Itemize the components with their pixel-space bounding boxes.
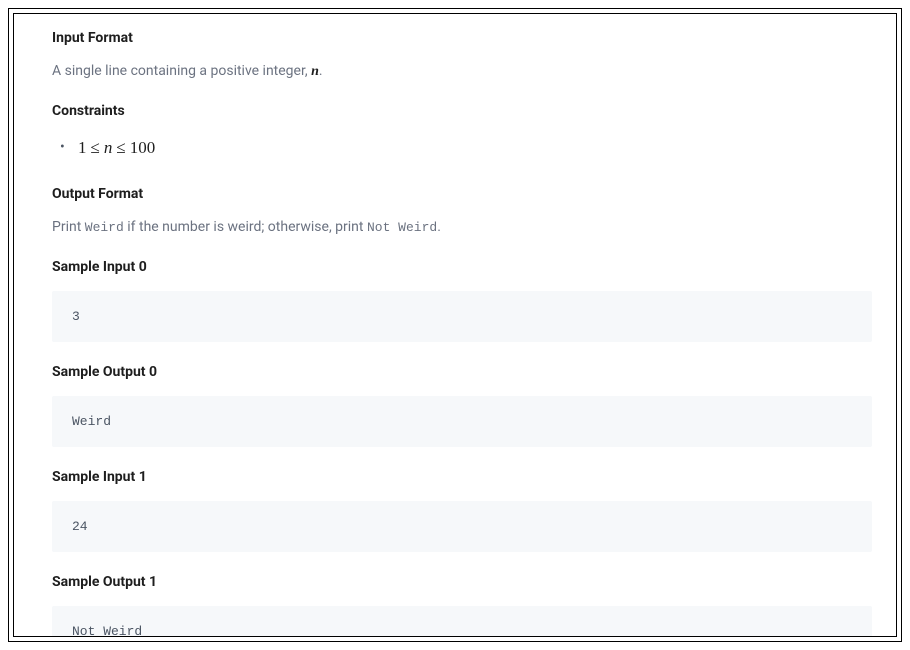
output-format-text-mid: if the number is weird; otherwise, print	[124, 219, 367, 235]
sample-output-1-block: Not Weird	[52, 606, 872, 637]
inner-frame: Input Format A single line containing a …	[13, 13, 897, 637]
sample-input-0-heading: Sample Input 0	[52, 259, 872, 275]
constraints-heading: Constraints	[52, 103, 872, 119]
output-format-code2: Not Weird	[367, 220, 437, 235]
output-format-text-after: .	[437, 219, 441, 235]
problem-statement: Input Format A single line containing a …	[38, 30, 872, 637]
output-format-code1: Weird	[85, 220, 124, 235]
sample-output-0-heading: Sample Output 0	[52, 364, 872, 380]
sample-output-1-heading: Sample Output 1	[52, 574, 872, 590]
input-format-heading: Input Format	[52, 30, 872, 46]
output-format-text: Print Weird if the number is weird; othe…	[52, 216, 872, 239]
sample-input-1-block: 24	[52, 501, 872, 552]
input-format-variable: n	[311, 64, 319, 79]
input-format-text-after: .	[319, 63, 323, 79]
output-format-text-before: Print	[52, 219, 85, 235]
input-format-text-before: A single line containing a positive inte…	[52, 63, 311, 79]
output-format-heading: Output Format	[52, 186, 872, 202]
constraint-item: 1≤n≤100	[60, 133, 872, 164]
input-format-text: A single line containing a positive inte…	[52, 60, 872, 83]
outer-frame: Input Format A single line containing a …	[8, 8, 902, 642]
constraint-expression: 1≤n≤100	[78, 138, 155, 157]
sample-input-0-block: 3	[52, 291, 872, 342]
sample-input-1-heading: Sample Input 1	[52, 469, 872, 485]
sample-output-0-block: Weird	[52, 396, 872, 447]
constraints-list: 1≤n≤100	[52, 133, 872, 164]
